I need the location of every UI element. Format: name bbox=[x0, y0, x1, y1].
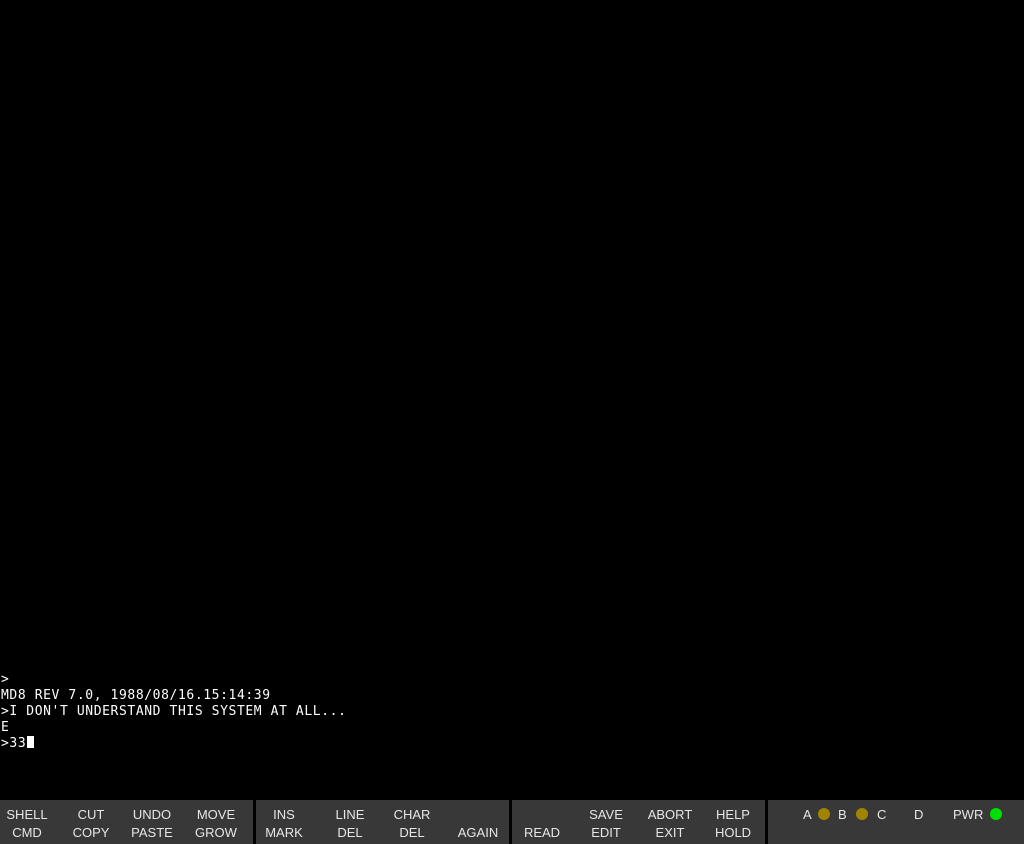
undo-paste-key[interactable]: UNDO PASTE bbox=[123, 800, 181, 844]
help-hold-key[interactable]: HELP HOLD bbox=[704, 800, 762, 844]
key-label-top: CHAR bbox=[393, 807, 431, 822]
key-label-bottom: EXIT bbox=[655, 825, 685, 840]
shell-cmd-key[interactable]: SHELL CMD bbox=[0, 800, 56, 844]
power-led bbox=[990, 808, 1002, 820]
key-label-bottom: COPY bbox=[72, 825, 110, 840]
key-label-bottom: HOLD bbox=[714, 825, 752, 840]
key-label-bottom: CMD bbox=[12, 825, 42, 840]
key-label-top: LINE bbox=[335, 807, 365, 822]
key-label-top: HELP bbox=[716, 807, 750, 822]
function-key-bar: SHELL CMD CUT COPY UNDO PASTE MOVE GROW … bbox=[0, 800, 1024, 844]
indicator-b-label: B bbox=[838, 807, 847, 822]
char-del-key[interactable]: CHAR DEL bbox=[383, 800, 441, 844]
terminal-input-text: >33 bbox=[1, 736, 27, 751]
indicator-pwr-label: PWR bbox=[953, 807, 984, 822]
key-label-bottom: DEL bbox=[337, 825, 363, 840]
key-label-bottom: GROW bbox=[195, 825, 237, 840]
key-label-top: UNDO bbox=[132, 807, 172, 822]
indicator-d-label: D bbox=[914, 807, 924, 822]
terminal-line: MD8 REV 7.0, 1988/08/16.15:14:39 bbox=[1, 688, 271, 703]
terminal-line: >I DON'T UNDERSTAND THIS SYSTEM AT ALL..… bbox=[1, 704, 347, 719]
terminal-line: E bbox=[1, 720, 10, 735]
key-label-bottom: DEL bbox=[399, 825, 425, 840]
line-del-key[interactable]: LINE DEL bbox=[321, 800, 379, 844]
text-cursor bbox=[27, 736, 35, 748]
indicator-c-label: C bbox=[877, 807, 887, 822]
key-label-bottom: READ bbox=[523, 825, 561, 840]
terminal-input-line[interactable]: >33 bbox=[0, 736, 1024, 752]
key-label-top: CUT bbox=[77, 807, 105, 822]
key-group-edit: SHELL CMD CUT COPY UNDO PASTE MOVE GROW bbox=[0, 800, 253, 844]
abort-exit-key[interactable]: ABORT EXIT bbox=[641, 800, 699, 844]
key-group-line: INS MARK LINE DEL CHAR DEL AGAIN bbox=[256, 800, 509, 844]
cut-copy-key[interactable]: CUT COPY bbox=[62, 800, 120, 844]
read-key[interactable]: READ bbox=[513, 800, 571, 844]
key-label-bottom: PASTE bbox=[131, 825, 173, 840]
indicator-ab-led bbox=[818, 808, 830, 820]
terminal-screen[interactable]: > MD8 REV 7.0, 1988/08/16.15:14:39 >I DO… bbox=[0, 0, 1024, 800]
key-group-file: READ SAVE EDIT ABORT EXIT HELP HOLD bbox=[512, 800, 765, 844]
terminal-output: > MD8 REV 7.0, 1988/08/16.15:14:39 >I DO… bbox=[0, 672, 1024, 752]
status-indicators: A B C D PWR bbox=[768, 800, 1024, 844]
ins-mark-key[interactable]: INS MARK bbox=[255, 800, 313, 844]
move-grow-key[interactable]: MOVE GROW bbox=[187, 800, 245, 844]
key-label-top: SAVE bbox=[589, 807, 623, 822]
key-label-bottom: EDIT bbox=[591, 825, 621, 840]
terminal-line: > bbox=[1, 672, 10, 687]
key-label-bottom: MARK bbox=[265, 825, 303, 840]
key-label-top: MOVE bbox=[196, 807, 236, 822]
indicator-a-label: A bbox=[803, 807, 812, 822]
save-edit-key[interactable]: SAVE EDIT bbox=[577, 800, 635, 844]
key-label-bottom: AGAIN bbox=[457, 825, 499, 840]
again-key[interactable]: AGAIN bbox=[449, 800, 507, 844]
key-label-top: INS bbox=[273, 807, 295, 822]
indicator-bc-led bbox=[856, 808, 868, 820]
key-label-top: SHELL bbox=[6, 807, 48, 822]
key-label-top: ABORT bbox=[647, 807, 693, 822]
